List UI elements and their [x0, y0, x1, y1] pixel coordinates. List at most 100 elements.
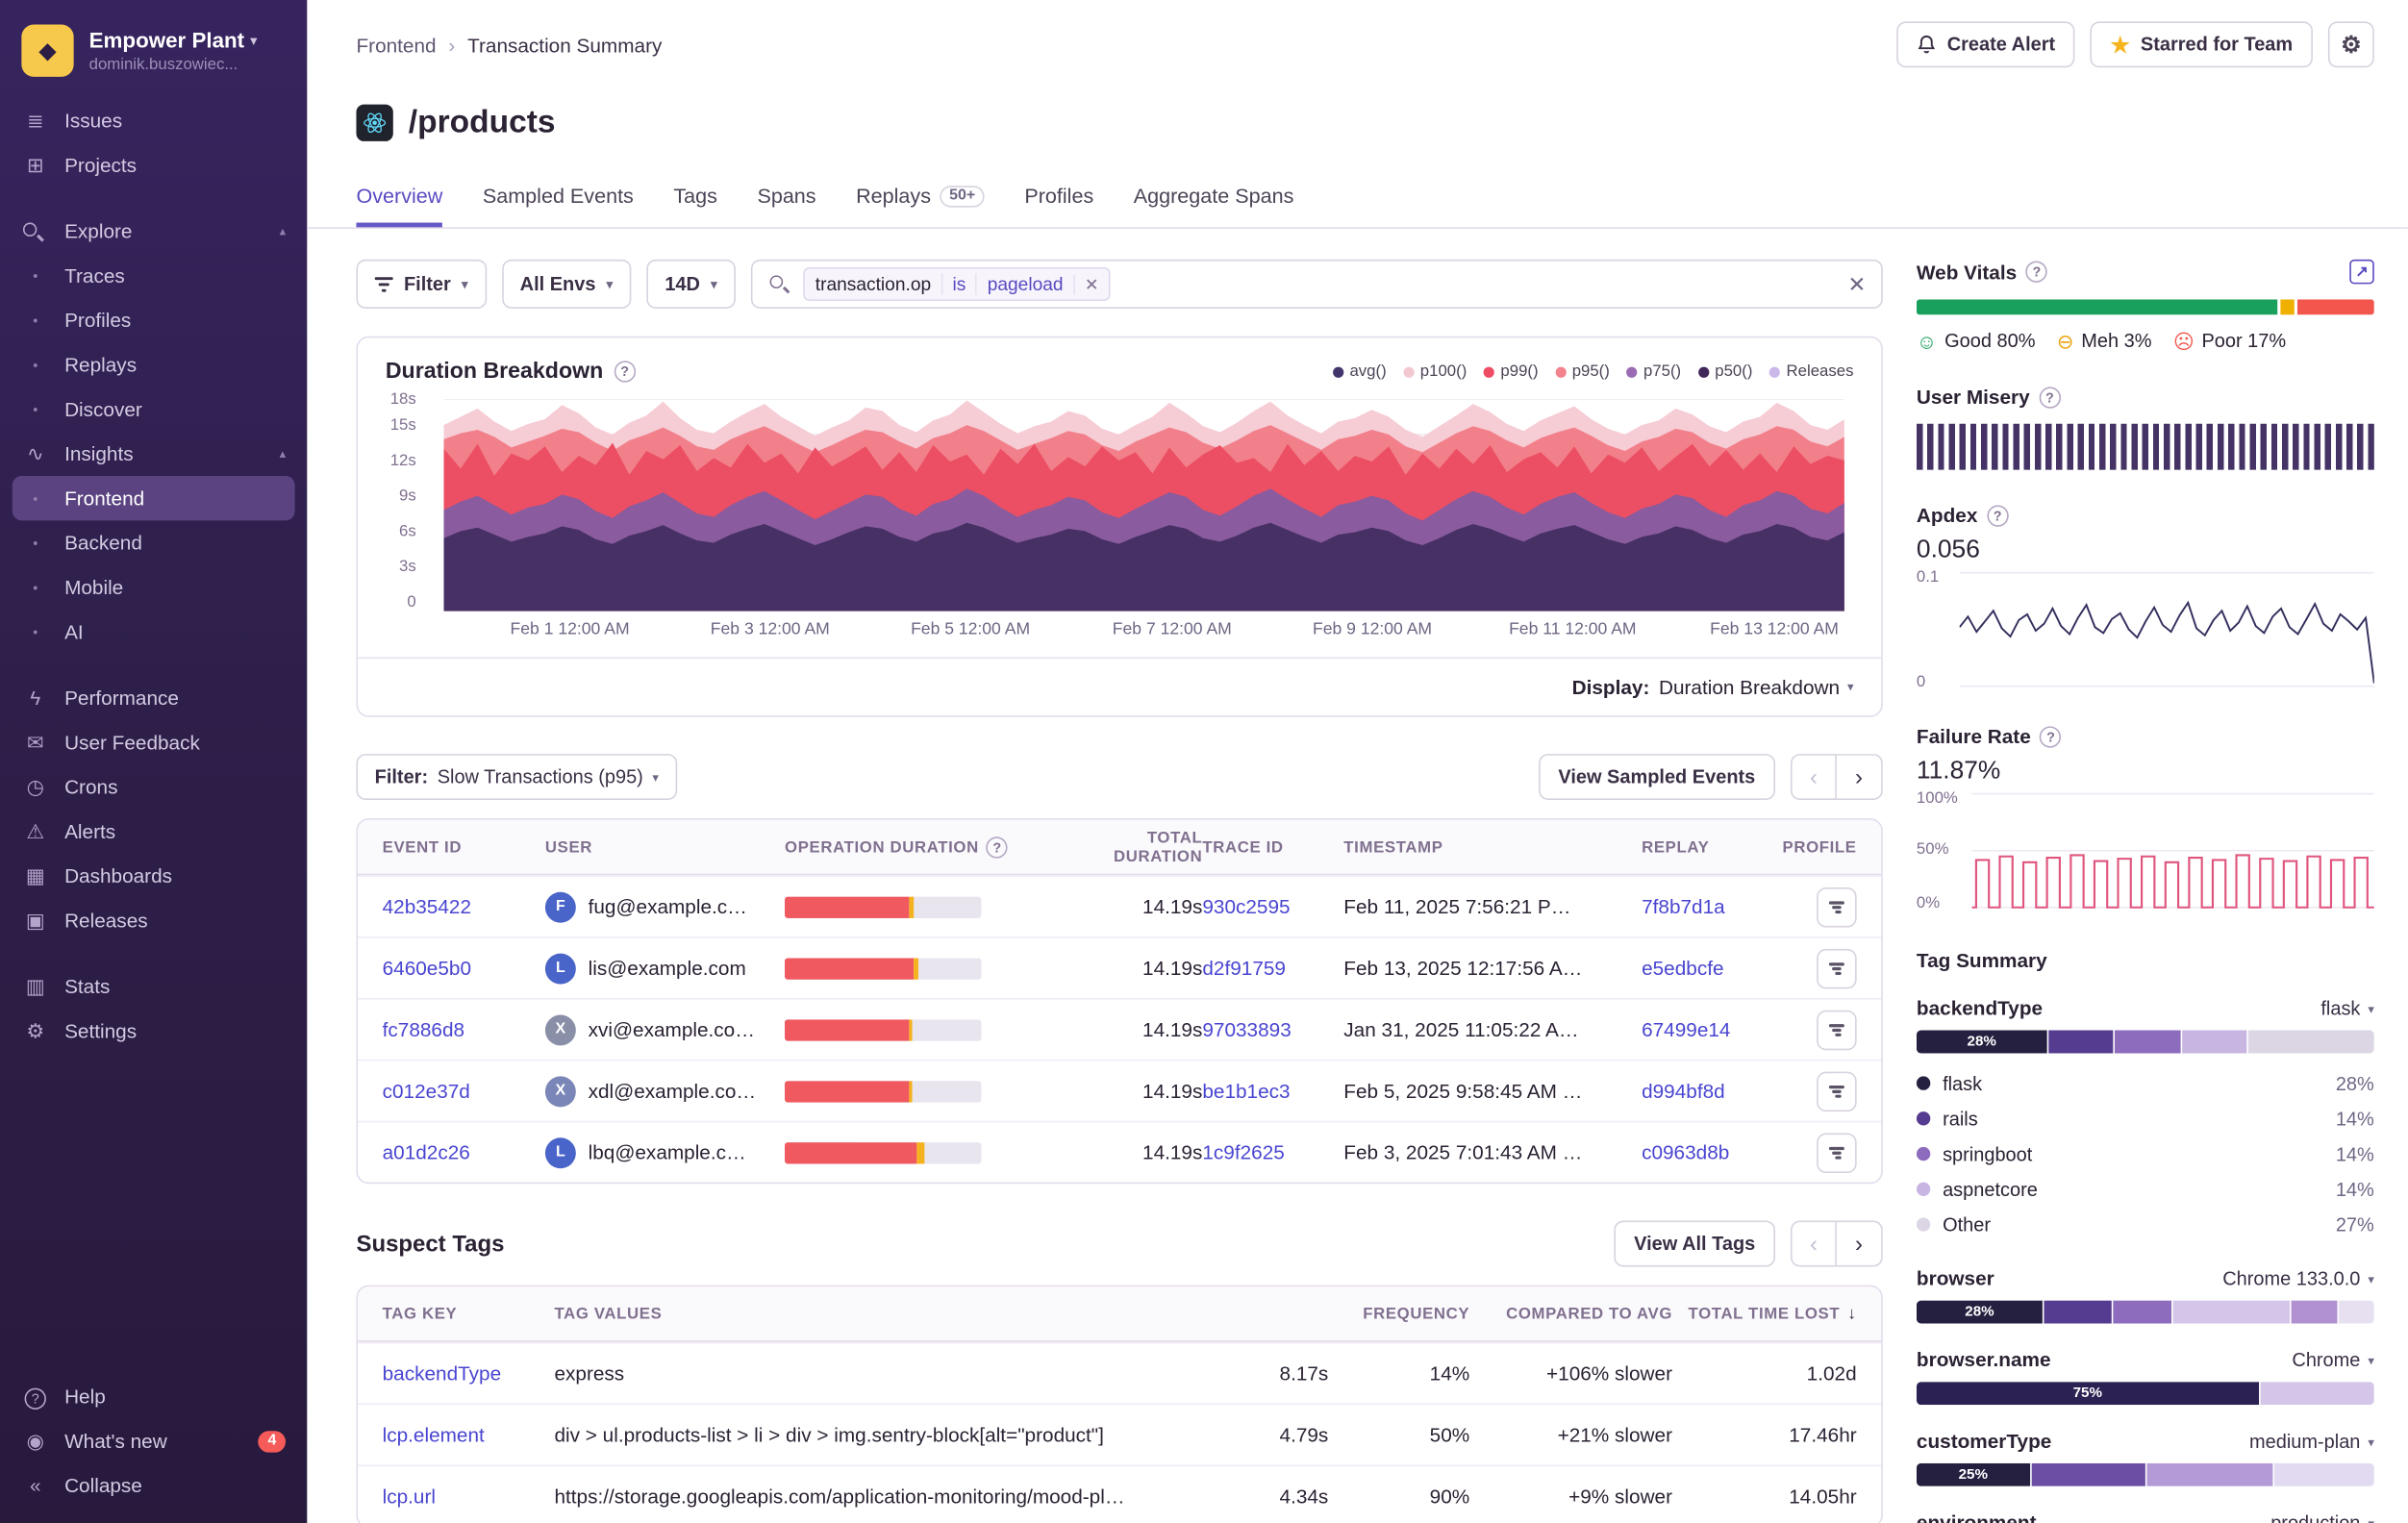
tab-replays[interactable]: Replays50+: [856, 185, 985, 228]
sidebar-item-stats[interactable]: ▥Stats: [0, 964, 307, 1009]
transactions-filter-dropdown[interactable]: Filter: Slow Transactions (p95) ▾: [356, 754, 677, 800]
org-switcher[interactable]: ◆ Empower Plant▾ dominik.buszowiec...: [0, 18, 307, 98]
prev-page-button[interactable]: ‹: [1791, 1221, 1837, 1267]
profile-button[interactable]: [1817, 948, 1857, 988]
create-alert-button[interactable]: Create Alert: [1896, 21, 2075, 67]
token-remove-icon[interactable]: ✕: [1074, 274, 1108, 294]
table-row[interactable]: a01d2c26 Llbq@example.c… 14.19s 1c9f2625…: [358, 1121, 1881, 1183]
tag-value-dropdown[interactable]: production▾: [2270, 1512, 2374, 1523]
tag-group-customerType: customerType medium-plan▾ 25%: [1917, 1430, 2374, 1486]
tag-key-link[interactable]: backendType: [383, 1362, 555, 1386]
replay-link[interactable]: 67499e14: [1642, 1018, 1777, 1041]
date-range-dropdown[interactable]: 14D▾: [646, 260, 736, 309]
profile-button[interactable]: [1817, 1010, 1857, 1050]
replay-link[interactable]: 7f8b7d1a: [1642, 895, 1777, 918]
tab-aggregate-spans[interactable]: Aggregate Spans: [1134, 185, 1294, 228]
sidebar-item-performance[interactable]: ϟPerformance: [0, 676, 307, 720]
sidebar-item-issues[interactable]: ≣Issues: [0, 98, 307, 142]
sidebar-item-settings[interactable]: ⚙Settings: [0, 1009, 307, 1053]
trace-id-link[interactable]: d2f91759: [1202, 957, 1343, 980]
tab-spans[interactable]: Spans: [757, 185, 815, 228]
tab-tags[interactable]: Tags: [673, 185, 717, 228]
failure-rate-chart: 100% 50% 0%: [1917, 789, 2374, 912]
tag-value-dropdown[interactable]: Chrome▾: [2292, 1350, 2373, 1371]
breadcrumb-frontend[interactable]: Frontend: [356, 33, 436, 56]
sidebar-item-dashboards[interactable]: ▦Dashboards: [0, 854, 307, 898]
chevron-down-icon: ▾: [711, 277, 716, 290]
profile-button[interactable]: [1817, 886, 1857, 927]
starred-for-team-button[interactable]: ★ Starred for Team: [2091, 21, 2313, 67]
tag-value-dropdown[interactable]: Chrome 133.0.0▾: [2222, 1268, 2374, 1289]
event-id-link[interactable]: fc7886d8: [383, 1018, 545, 1041]
view-sampled-events-button[interactable]: View Sampled Events: [1539, 754, 1775, 800]
list-item[interactable]: flask28%: [1917, 1065, 2374, 1101]
profile-button[interactable]: [1817, 1071, 1857, 1111]
table-row[interactable]: 6460e5b0 Llis@example.com 14.19s d2f9175…: [358, 936, 1881, 998]
sidebar-item-whats-new[interactable]: ◉What's new4: [0, 1419, 307, 1463]
filter-dropdown[interactable]: Filter▾: [356, 260, 486, 309]
help-icon: ?: [987, 836, 1008, 858]
table-row[interactable]: lcp.element div > ul.products-list > li …: [358, 1404, 1881, 1465]
sidebar-item-ai[interactable]: •AI: [0, 610, 307, 654]
sidebar-section-insights[interactable]: ∿Insights▴: [0, 432, 307, 476]
tag-key-link[interactable]: lcp.element: [383, 1424, 555, 1447]
event-id-link[interactable]: c012e37d: [383, 1080, 545, 1103]
search-token[interactable]: transaction.op is pageload ✕: [803, 267, 1110, 301]
sidebar-item-releases[interactable]: ▣Releases: [0, 898, 307, 942]
prev-page-button[interactable]: ‹: [1791, 754, 1837, 800]
operation-duration-bar: [785, 958, 981, 979]
sidebar-item-crons[interactable]: ◷Crons: [0, 764, 307, 809]
open-in-new-icon[interactable]: ↗: [2349, 260, 2374, 285]
sidebar-section-explore[interactable]: Explore▴: [0, 209, 307, 253]
environment-dropdown[interactable]: All Envs▾: [502, 260, 632, 309]
sidebar-item-replays[interactable]: •Replays: [0, 342, 307, 387]
event-id-link[interactable]: 6460e5b0: [383, 957, 545, 980]
tag-value-dropdown[interactable]: flask▾: [2320, 998, 2373, 1019]
sidebar-item-profiles[interactable]: •Profiles: [0, 298, 307, 342]
event-id-link[interactable]: 42b35422: [383, 895, 545, 918]
tab-sampled-events[interactable]: Sampled Events: [483, 185, 634, 228]
tag-key-link[interactable]: lcp.url: [383, 1485, 555, 1508]
sidebar-item-mobile[interactable]: •Mobile: [0, 565, 307, 610]
table-row[interactable]: fc7886d8 Xxvi@example.co… 14.19s 9703389…: [358, 998, 1881, 1060]
trace-id-link[interactable]: 97033893: [1202, 1018, 1343, 1041]
list-item[interactable]: Other27%: [1917, 1207, 2374, 1242]
search-clear-icon[interactable]: ✕: [1847, 271, 1866, 297]
sidebar-item-help[interactable]: ?Help: [0, 1374, 307, 1418]
table-row[interactable]: 42b35422 Ffug@example.c… 14.19s 930c2595…: [358, 875, 1881, 936]
list-item[interactable]: aspnetcore14%: [1917, 1172, 2374, 1208]
trace-id-link[interactable]: 1c9f2625: [1202, 1141, 1343, 1164]
sidebar-collapse-button[interactable]: «Collapse: [0, 1463, 307, 1508]
replay-link[interactable]: d994bf8d: [1642, 1080, 1777, 1103]
gear-icon: ⚙: [2341, 31, 2361, 59]
event-id-link[interactable]: a01d2c26: [383, 1141, 545, 1164]
tab-profiles[interactable]: Profiles: [1024, 185, 1093, 228]
view-all-tags-button[interactable]: View All Tags: [1614, 1221, 1775, 1267]
table-row[interactable]: backendType express 8.17s 14% +106% slow…: [358, 1342, 1881, 1404]
table-row[interactable]: c012e37d Xxdl@example.co… 14.19s be1b1ec…: [358, 1060, 1881, 1121]
list-item[interactable]: springboot14%: [1917, 1136, 2374, 1172]
next-page-button[interactable]: ›: [1837, 754, 1883, 800]
sidebar-item-discover[interactable]: •Discover: [0, 387, 307, 431]
trace-id-link[interactable]: be1b1ec3: [1202, 1080, 1343, 1103]
sidebar-item-projects[interactable]: ⊞Projects: [0, 143, 307, 187]
bullet-icon: •: [21, 268, 49, 284]
sidebar-item-alerts[interactable]: ⚠Alerts: [0, 810, 307, 854]
replay-link[interactable]: e5edbcfe: [1642, 957, 1777, 980]
tab-overview[interactable]: Overview: [356, 185, 442, 228]
search-input[interactable]: transaction.op is pageload ✕ ✕: [751, 260, 1883, 309]
table-row[interactable]: lcp.url https://storage.googleapis.com/a…: [358, 1465, 1881, 1523]
sort-desc-icon[interactable]: ↓: [1847, 1305, 1856, 1323]
display-dropdown[interactable]: Duration Breakdown▾: [1659, 676, 1854, 699]
profile-button[interactable]: [1817, 1133, 1857, 1173]
next-page-button[interactable]: ›: [1837, 1221, 1883, 1267]
sidebar-item-user-feedback[interactable]: ✉User Feedback: [0, 720, 307, 764]
trace-id-link[interactable]: 930c2595: [1202, 895, 1343, 918]
tag-value-dropdown[interactable]: medium-plan▾: [2249, 1432, 2374, 1453]
list-item[interactable]: rails14%: [1917, 1101, 2374, 1136]
sidebar-item-traces[interactable]: •Traces: [0, 253, 307, 297]
sidebar-item-frontend[interactable]: •Frontend: [13, 476, 295, 520]
sidebar-item-backend[interactable]: •Backend: [0, 520, 307, 564]
replay-link[interactable]: c0963d8b: [1642, 1141, 1777, 1164]
settings-gear-button[interactable]: ⚙: [2328, 21, 2374, 67]
